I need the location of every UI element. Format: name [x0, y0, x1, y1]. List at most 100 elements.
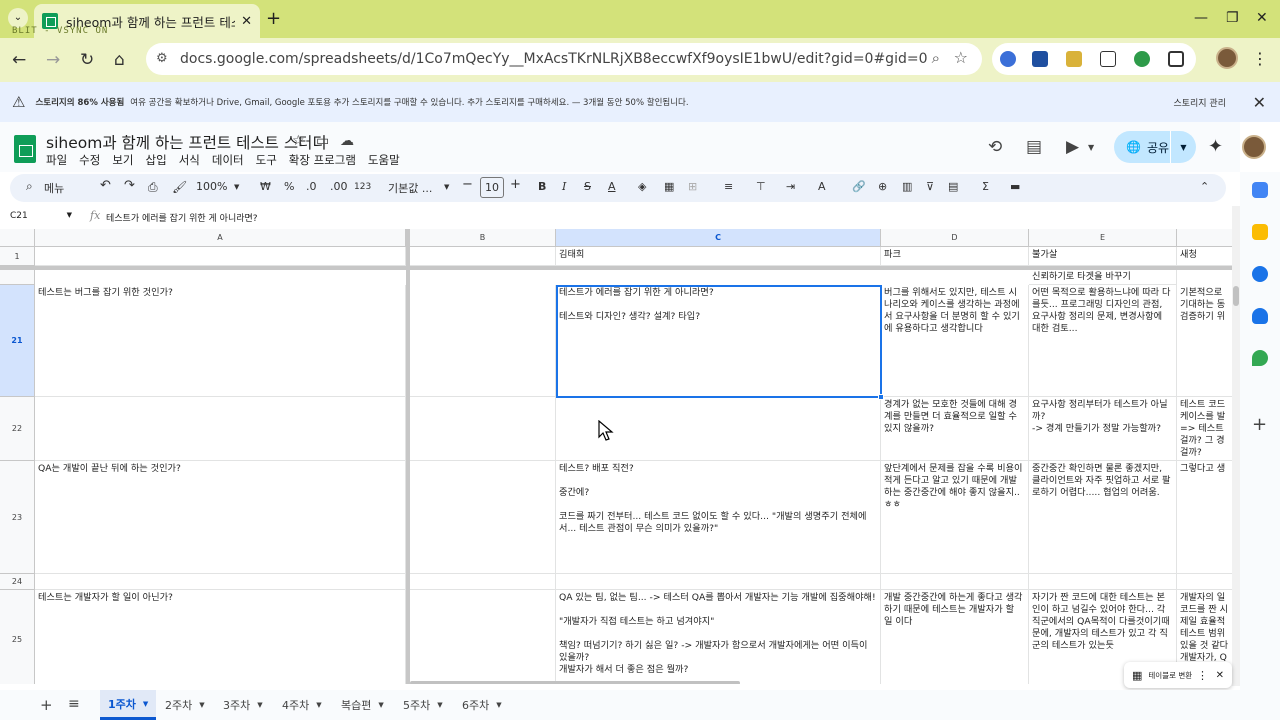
decrease-decimal-button[interactable]: .0: [306, 180, 317, 193]
text-color-icon[interactable]: A: [608, 180, 616, 193]
menu-format[interactable]: 서식: [179, 152, 200, 168]
menu-view[interactable]: 보기: [112, 152, 133, 168]
paint-format-icon[interactable]: 🖌: [172, 180, 187, 194]
cell-a23[interactable]: QA는 개발이 끝난 뒤에 하는 것인가?: [35, 461, 406, 574]
menu-insert[interactable]: 삽입: [146, 152, 167, 168]
cell-e23[interactable]: 중간중간 확인하면 물론 좋겠지만, 클라이언트와 자주 핏업하고 서로 팔로하…: [1029, 461, 1177, 574]
tab-search-button[interactable]: ⌄: [8, 8, 28, 28]
cell-d22[interactable]: 경계가 없는 모호한 것들에 대해 경계를 만들면 더 효율적으로 일할 수 있…: [881, 397, 1029, 461]
doc-title[interactable]: siheom과 함께 하는 프런트 테스트 스터디: [46, 131, 327, 153]
chip-close-icon[interactable]: ✕: [1216, 670, 1224, 681]
tasks-icon[interactable]: [1252, 266, 1268, 282]
merge-cells-icon[interactable]: ⊞: [688, 180, 697, 193]
formula-input[interactable]: 테스트가 에러를 잡기 위한 게 아니라면?: [106, 211, 258, 224]
column-header-c[interactable]: C: [556, 229, 881, 247]
row-header-25[interactable]: 25: [0, 590, 35, 684]
sheet-tab-menu-icon[interactable]: ▼: [437, 701, 442, 709]
zoom-icon[interactable]: ⌕: [932, 49, 940, 67]
corner-select-all[interactable]: [0, 229, 35, 247]
cell-d25[interactable]: 개발 중간중간에 하는게 좋다고 생각하기 때문에 테스트는 개발자가 할 일 …: [881, 590, 1029, 684]
share-dropdown-icon[interactable]: ▼: [1170, 131, 1196, 163]
number-format-button[interactable]: 123: [354, 182, 371, 192]
sheet-tab-menu-icon[interactable]: ▼: [378, 701, 383, 709]
menu-data[interactable]: 데이터: [212, 152, 244, 168]
insert-comment-icon[interactable]: ⊕: [878, 180, 887, 193]
cell-e21[interactable]: 어떤 목적으로 활용하느냐에 따라 다를듯... 프로그래밍 디자인의 관점, …: [1029, 285, 1177, 397]
share-button[interactable]: 🌐 공유 ▼: [1114, 131, 1196, 163]
cell-c1[interactable]: 김태희: [556, 247, 881, 266]
get-addons-icon[interactable]: +: [1252, 414, 1267, 435]
sheet-tab-1[interactable]: 1주차 ▼: [100, 690, 157, 720]
extension-5-icon[interactable]: [1134, 51, 1150, 67]
currency-format-button[interactable]: ₩: [260, 180, 271, 193]
all-sheets-icon[interactable]: ≡: [68, 696, 80, 712]
cell-c24[interactable]: [556, 574, 881, 590]
cell-b23[interactable]: [410, 461, 556, 574]
site-info-icon[interactable]: ⚙: [156, 51, 168, 66]
vertical-align-icon[interactable]: ⊤: [756, 180, 766, 193]
url-field[interactable]: ⚙ docs.google.com/spreadsheets/d/1Co7mQe…: [146, 43, 982, 75]
extension-3-icon[interactable]: [1066, 51, 1082, 67]
print-icon[interactable]: ⎙: [148, 180, 158, 195]
banner-close-icon[interactable]: ✕: [1253, 93, 1266, 112]
menu-edit[interactable]: 수정: [79, 152, 100, 168]
cell-e-partial[interactable]: 신뢰하기로 타겟을 바꾸기: [1029, 270, 1177, 285]
bookmark-star-icon[interactable]: ☆: [954, 48, 968, 67]
collapse-toolbar-icon[interactable]: ⌃: [1200, 180, 1209, 193]
redo-icon[interactable]: ↷: [124, 178, 135, 193]
menu-help[interactable]: 도움말: [368, 152, 400, 168]
version-history-icon[interactable]: ⟲: [988, 137, 1002, 157]
sheet-tab-menu-icon[interactable]: ▼: [316, 701, 321, 709]
row-header-21[interactable]: 21: [0, 285, 35, 397]
cell-a22[interactable]: [35, 397, 406, 461]
cell-a21[interactable]: 테스트는 버그를 잡기 위한 것인가?: [35, 285, 406, 397]
search-menu-icon[interactable]: ⌕: [26, 179, 33, 194]
increase-decimal-button[interactable]: .00: [330, 180, 348, 193]
font-dropdown-icon[interactable]: ▼: [444, 183, 449, 191]
menu-file[interactable]: 파일: [46, 152, 67, 168]
sheet-tab-6[interactable]: 6주차 ▼: [454, 690, 510, 720]
frozen-row-divider[interactable]: [0, 266, 1232, 270]
cell-e1[interactable]: 불가살: [1029, 247, 1177, 266]
scrollbar-thumb[interactable]: [1233, 286, 1239, 306]
column-header-a[interactable]: A: [35, 229, 406, 247]
fill-color-icon[interactable]: ◈: [638, 180, 646, 193]
input-tools-icon[interactable]: ▬: [1010, 180, 1020, 193]
extensions-puzzle-icon[interactable]: [1168, 51, 1184, 67]
cell-f23[interactable]: 그렇다고 생: [1177, 461, 1232, 574]
text-wrap-icon[interactable]: ⇥: [786, 180, 795, 193]
cell-d23[interactable]: 앞단계에서 문제를 잡을 수록 비용이 적게 든다고 알고 있기 때문에 개발하…: [881, 461, 1029, 574]
fill-handle[interactable]: [878, 394, 884, 400]
browser-profile-avatar[interactable]: [1216, 47, 1238, 69]
cell-a25[interactable]: 테스트는 개발자가 할 일이 아닌가?: [35, 590, 406, 684]
cell-b21[interactable]: [410, 285, 556, 397]
sheet-tab-2[interactable]: 2주차 ▼: [157, 690, 213, 720]
italic-icon[interactable]: I: [562, 180, 566, 193]
sheet-tab-review[interactable]: 복습편 ▼: [333, 690, 392, 720]
horizontal-scrollbar[interactable]: [410, 681, 740, 684]
percent-format-button[interactable]: %: [284, 180, 294, 193]
functions-icon[interactable]: Σ: [982, 180, 989, 193]
extension-2-icon[interactable]: [1032, 51, 1048, 67]
reload-icon[interactable]: ↻: [80, 50, 94, 70]
cell-a24[interactable]: [35, 574, 406, 590]
manage-storage-link[interactable]: 스토리지 관리: [1173, 96, 1226, 109]
zoom-select[interactable]: 100%: [196, 180, 227, 193]
cell-a1[interactable]: [35, 247, 406, 266]
cell-c23[interactable]: 테스트? 배포 직전? 중간에? 코드를 짜기 전부터... 테스트 코드 없이…: [556, 461, 881, 574]
link-icon[interactable]: 🔗: [852, 180, 866, 193]
sheet-tab-3[interactable]: 3주차 ▼: [215, 690, 271, 720]
sheet-tab-5[interactable]: 5주차 ▼: [395, 690, 451, 720]
filter-views-icon[interactable]: ▤: [948, 180, 958, 193]
cell-b1[interactable]: [410, 247, 556, 266]
window-close-icon[interactable]: ✕: [1256, 10, 1268, 26]
cell-e22[interactable]: 요구사항 정리부터가 테스트가 아닐까? -> 경계 만들기가 정말 가능할까?: [1029, 397, 1177, 461]
sheet-tab-menu-icon[interactable]: ▼: [143, 700, 148, 708]
zoom-dropdown-icon[interactable]: ▼: [234, 183, 239, 191]
sheet-tab-menu-icon[interactable]: ▼: [496, 701, 501, 709]
sheet-tab-menu-icon[interactable]: ▼: [199, 701, 204, 709]
cell-b25[interactable]: [410, 590, 556, 684]
undo-icon[interactable]: ↶: [100, 178, 111, 193]
forward-icon[interactable]: →: [46, 50, 60, 70]
meet-icon[interactable]: ▶: [1066, 137, 1079, 157]
